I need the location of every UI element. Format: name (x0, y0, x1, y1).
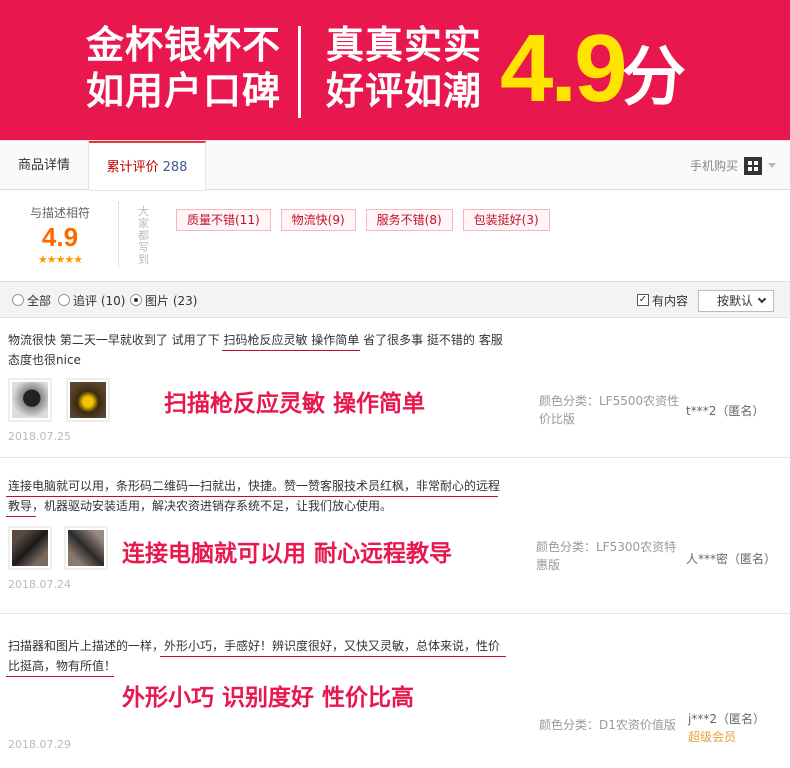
review-callout: 扫描枪反应灵敏 操作简单 (164, 391, 426, 417)
banner-slogan-left: 金杯银杯不 如用户口碑 (86, 22, 281, 114)
highlight-underline (6, 676, 114, 677)
tag-logistics[interactable]: 物流快(9) (280, 209, 356, 231)
review-date: 2018.07.24 (8, 578, 71, 591)
banner-line-3: 真真实实 (326, 23, 483, 67)
rating-box: 与描述相符 4.9 ★★★★★ (20, 204, 100, 266)
filter-all[interactable]: 全部 (12, 282, 51, 318)
review-date: 2018.07.29 (8, 738, 71, 751)
filter-images[interactable]: 图片 (23) (130, 282, 197, 318)
radio-icon (58, 294, 70, 306)
product-spec: 颜色分类：D1农资价值版 (539, 718, 676, 732)
rating-label: 与描述相符 (29, 206, 90, 220)
tab-bar: 商品详情 累计评价 288 手机购买 (0, 140, 790, 191)
review-item: 连接电脑就可以用，条形码二维码一扫就出，快捷。赞一赞客服技术员红枫，非常耐心的远… (0, 458, 790, 614)
review-count: 288 (162, 160, 188, 175)
reviewer-name: j***2（匿名） (688, 712, 765, 726)
filter-followup[interactable]: 追评 (10) (58, 282, 125, 318)
reviewer-name: t***2（匿名） (686, 404, 765, 418)
tag-packaging[interactable]: 包装挺好(3) (462, 209, 550, 231)
chevron-down-icon (757, 294, 767, 304)
banner-line-1: 金杯银杯不 (86, 23, 282, 67)
highlight-underline (160, 656, 506, 657)
rating-summary: 与描述相符 4.9 ★★★★★ 大家都写到 质量不错(11) 物流快(9) 服务… (0, 190, 790, 282)
review-photo[interactable] (66, 378, 110, 422)
review-item: 物流很快 第二天一早就收到了 试用了下 扫码枪反应灵敏 操作简单 省了很多事 挺… (0, 318, 790, 458)
review-callout: 连接电脑就可以用 耐心远程教导 (122, 541, 453, 567)
banner-slogan-right: 真真实实 好评如潮 (326, 22, 482, 114)
review-photo[interactable] (8, 526, 52, 570)
banner-line-4: 好评如潮 (326, 69, 483, 113)
qr-code-icon (744, 156, 762, 175)
tag-service[interactable]: 服务不错(8) (365, 209, 453, 231)
review-filter-bar: 全部 追评 (10) 图片 (23) ✓ 有内容 按默认 (0, 282, 790, 318)
checkbox-checked-icon: ✓ (637, 294, 649, 306)
summary-divider (118, 202, 119, 268)
highlight-underline (6, 496, 498, 497)
review-photo[interactable] (8, 378, 52, 422)
radio-selected-icon (130, 294, 142, 306)
product-spec: 颜色分类：LF5500农资性价比版 (539, 394, 680, 426)
impression-tags: 质量不错(11) 物流快(9) 服务不错(8) 包装挺好(3) (176, 209, 550, 231)
tag-quality[interactable]: 质量不错(11) (176, 209, 271, 231)
rating-value: 4.9 (41, 222, 79, 252)
highlight-underline (6, 516, 36, 517)
has-content-checkbox[interactable]: ✓ 有内容 (637, 282, 688, 318)
sort-dropdown[interactable]: 按默认 (698, 290, 774, 312)
tab-reviews[interactable]: 累计评价 288 (89, 141, 206, 191)
highlight-underline (222, 350, 360, 351)
mobile-buy[interactable]: 手机购买 (690, 141, 776, 190)
tab-product-detail[interactable]: 商品详情 (0, 141, 89, 190)
star-icons: ★★★★★ (37, 253, 83, 266)
chevron-down-icon (768, 163, 776, 168)
banner-score-unit: 分 (622, 41, 686, 115)
review-callout: 外形小巧 识别度好 性价比高 (122, 685, 415, 711)
review-item: 扫描器和图片上描述的一样，外形小巧，手感好！辨识度很好，又快又灵敏，总体来说，性… (0, 614, 790, 768)
mobile-buy-label: 手机购买 (689, 158, 738, 173)
banner-score: 4.9 (500, 15, 627, 122)
review-photo[interactable] (64, 526, 108, 570)
tab-reviews-label: 累计评价 (106, 160, 159, 175)
promo-banner: 金杯银杯不 如用户口碑 真真实实 好评如潮 4.9 分 (0, 0, 790, 140)
banner-line-2: 如用户口碑 (86, 69, 282, 113)
member-badge: 超级会员 (688, 730, 737, 744)
impression-label: 大家都写到 (138, 205, 149, 266)
reviewer-name: 人***密（匿名） (686, 552, 777, 566)
review-date: 2018.07.25 (8, 430, 71, 443)
banner-divider (298, 26, 301, 118)
product-spec: 颜色分类：LF5300农资特惠版 (536, 540, 677, 572)
sort-label: 按默认 (717, 294, 754, 308)
radio-icon (12, 294, 24, 306)
